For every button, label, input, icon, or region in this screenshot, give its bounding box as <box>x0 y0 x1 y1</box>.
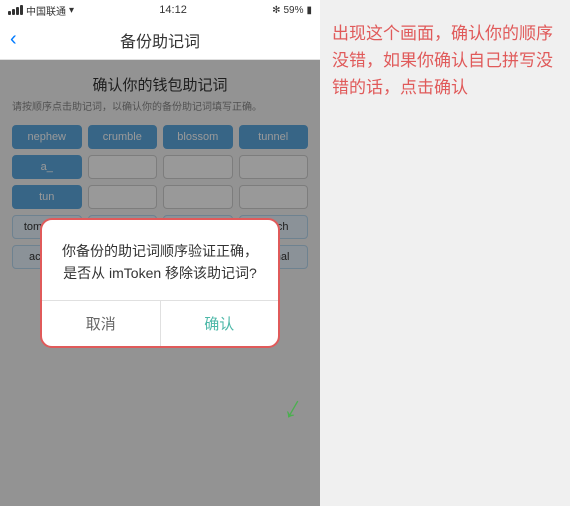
main-content: 确认你的钱包助记词 请按顺序点击助记词，以确认你的备份助记词填写正确。 neph… <box>0 60 320 506</box>
annotation-panel: 出现这个画面，确认你的顺序没错，如果你确认自己拼写没错的话，点击确认 <box>320 0 570 506</box>
signal-icon <box>8 5 23 15</box>
arrow-indicator: ↓ <box>278 387 310 427</box>
back-button[interactable]: ‹ <box>10 28 17 51</box>
status-bar: 中国联通 ▾ 14:12 ✻ 59% ▮ <box>0 0 320 20</box>
battery-label: 59% <box>283 5 303 16</box>
modal-message: 你备份的助记词顺序验证正确，是否从 imToken 移除该助记词? <box>58 240 262 285</box>
nav-title: 备份助记词 <box>120 28 200 52</box>
wifi-icon: ▾ <box>69 5 74 16</box>
status-bar-left: 中国联通 ▾ <box>8 3 74 18</box>
carrier-label: 中国联通 <box>26 3 66 18</box>
bluetooth-icon: ✻ <box>272 5 280 16</box>
modal-buttons: 取消 确认 <box>42 300 278 346</box>
annotation-text: 出现这个画面，确认你的顺序没错，如果你确认自己拼写没错的话，点击确认 <box>332 20 558 102</box>
modal-dialog: 你备份的助记词顺序验证正确，是否从 imToken 移除该助记词? 取消 确认 <box>40 218 280 349</box>
battery-icon: ▮ <box>306 5 312 16</box>
time-label: 14:12 <box>159 4 187 16</box>
nav-bar: ‹ 备份助记词 <box>0 20 320 60</box>
modal-overlay: 你备份的助记词顺序验证正确，是否从 imToken 移除该助记词? 取消 确认 … <box>0 60 320 506</box>
modal-confirm-button[interactable]: 确认 <box>161 301 279 346</box>
status-bar-right: ✻ 59% ▮ <box>272 5 312 16</box>
phone-frame: 中国联通 ▾ 14:12 ✻ 59% ▮ ‹ 备份助记词 确认你的钱包助记词 请… <box>0 0 320 506</box>
modal-cancel-button[interactable]: 取消 <box>42 301 161 346</box>
